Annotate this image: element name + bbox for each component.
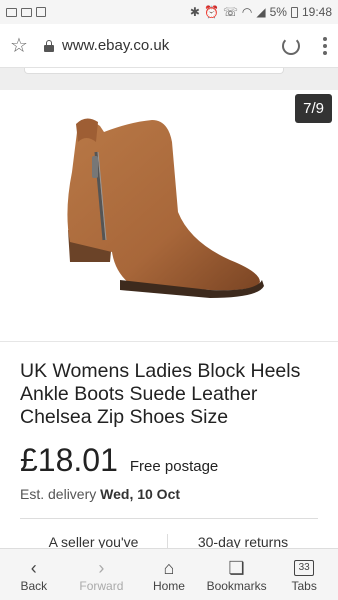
battery-percent: 5% xyxy=(269,5,287,19)
url-field[interactable]: www.ebay.co.uk xyxy=(62,37,169,54)
listing-title: UK Womens Ladies Block Heels Ankle Boots… xyxy=(20,360,301,428)
home-icon: ⌂ xyxy=(163,557,175,578)
price: £18.01 xyxy=(20,442,118,478)
tabs-icon: 33 xyxy=(294,559,315,576)
page-header-strip xyxy=(0,68,338,90)
star-icon[interactable]: ☆ xyxy=(10,33,32,58)
bluetooth-icon: ✱ xyxy=(189,5,200,19)
address-bar: ☆ www.ebay.co.uk xyxy=(0,24,338,68)
postage-label: Free postage xyxy=(129,458,219,475)
bookmarks-icon: ❏ xyxy=(228,557,245,578)
bookmarks-button[interactable]: ❏ Bookmarks xyxy=(203,549,271,600)
tabs-button[interactable]: 33 Tabs xyxy=(270,549,338,600)
lock-icon[interactable] xyxy=(44,39,54,52)
back-icon: ‹ xyxy=(30,557,37,578)
clock: 19:48 xyxy=(301,5,332,19)
wifi-icon: ◠ xyxy=(241,5,253,19)
home-button[interactable]: ⌂ Home xyxy=(135,549,203,600)
signal-icon: ◢ xyxy=(256,5,266,19)
delivery-estimate: Est. delivery Wed, 10 Oct xyxy=(20,486,180,502)
product-image-gallery[interactable]: 7/9 xyxy=(0,90,338,342)
delivery-date: Wed, 10 Oct xyxy=(100,486,181,502)
forward-button[interactable]: › Forward xyxy=(68,549,136,600)
forward-label: Forward xyxy=(79,578,124,593)
back-button[interactable]: ‹ Back xyxy=(0,549,68,600)
notification-icons xyxy=(6,7,46,17)
tabs-label: Tabs xyxy=(291,578,317,593)
divider xyxy=(20,518,318,519)
status-bar: ✱ ⏰ ☏ ◠ ◢ 5% 19:48 xyxy=(0,0,338,24)
search-box[interactable] xyxy=(24,68,284,74)
system-icons: ✱ ⏰ ☏ ◠ ◢ 5% 19:48 xyxy=(190,5,332,19)
battery-icon xyxy=(290,6,298,18)
forward-icon: › xyxy=(98,557,105,578)
menu-icon[interactable] xyxy=(322,36,328,55)
home-label: Home xyxy=(152,578,185,593)
delivery-prefix: Est. delivery xyxy=(20,486,97,502)
alarm-icon: ⏰ xyxy=(203,5,219,19)
email-icon xyxy=(21,7,32,17)
browser-bottom-nav: ‹ Back › Forward ⌂ Home ❏ Bookmarks 33 T… xyxy=(0,548,338,600)
back-label: Back xyxy=(20,578,48,593)
bookmarks-label: Bookmarks xyxy=(206,578,267,593)
checkbox-icon xyxy=(36,7,46,17)
phone-icon: ☏ xyxy=(222,5,238,19)
product-image[interactable] xyxy=(60,112,270,302)
image-counter: 7/9 xyxy=(295,94,332,123)
mail-icon xyxy=(6,7,17,17)
reload-icon[interactable] xyxy=(282,36,300,55)
price-row: £18.01 Free postage xyxy=(20,442,218,479)
